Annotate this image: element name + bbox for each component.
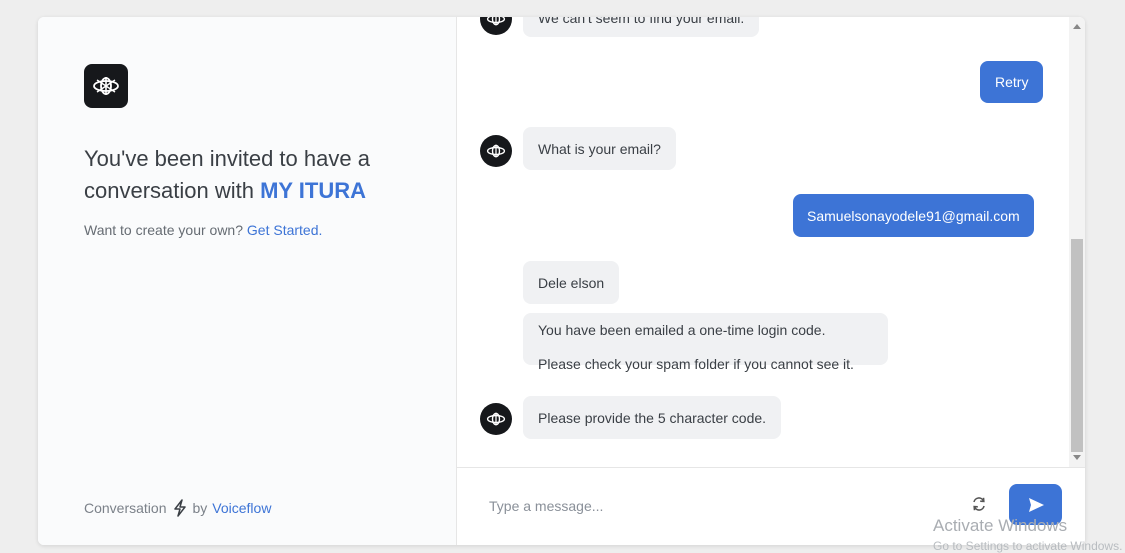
message-list[interactable]: We can't seem to find your email. Retry … [457, 17, 1069, 467]
bot-message: You have been emailed a one-time login c… [523, 313, 888, 372]
user-message-text: Samuelsonayodele91@gmail.com [807, 207, 1020, 224]
bot-message-text: We can't seem to find your email. [538, 17, 745, 26]
refresh-icon [973, 497, 985, 511]
bot-avatar-icon [486, 17, 506, 26]
lightning-bolt-icon [173, 499, 186, 517]
activate-windows-watermark: Activate Windows [933, 516, 1068, 535]
retry-button[interactable]: Retry [980, 61, 1044, 103]
bot-avatar [480, 403, 512, 435]
bot-avatar [480, 135, 512, 167]
bot-message: Please provide the 5 character code. [523, 396, 782, 439]
bot-message: We can't seem to find your email. [523, 17, 760, 37]
invite-panel: You've been invited to have a conversati… [38, 17, 457, 545]
footer-prefix: Conversation [84, 500, 167, 516]
bot-message-text: What is your email? [538, 140, 661, 157]
get-started-link[interactable]: Get Started. [247, 222, 322, 238]
chat-panel: We can't seem to find your email. Retry … [457, 17, 1085, 545]
invite-line2: conversation with [84, 178, 261, 203]
bot-avatar-icon [486, 412, 506, 426]
scroll-up-arrow-icon[interactable] [1073, 24, 1081, 29]
scroll-thumb[interactable] [1071, 239, 1083, 452]
powered-by-footer: Conversation by Voiceflow [84, 499, 271, 517]
bot-message-line2: Please check your spam folder if you can… [538, 356, 854, 372]
send-icon [1028, 497, 1044, 512]
bot-message-line1: You have been emailed a one-time login c… [538, 322, 826, 338]
bot-avatar-icon [486, 144, 506, 158]
chat-widget-card: You've been invited to have a conversati… [38, 17, 1085, 545]
logo-icon [93, 77, 119, 95]
bot-message-text: Dele elson [538, 274, 605, 291]
chat-scrollbar[interactable] [1069, 17, 1085, 467]
retry-label: Retry [995, 74, 1029, 90]
assistant-logo [84, 64, 128, 108]
message-input[interactable] [487, 494, 931, 518]
create-own-prompt: Want to create your own? Get Started. [84, 222, 322, 238]
bot-avatar [480, 17, 512, 35]
footer-by: by [192, 500, 208, 516]
create-own-text: Want to create your own? [84, 222, 247, 238]
bot-message: Dele elson [523, 261, 620, 304]
invite-heading: You've been invited to have a conversati… [84, 143, 424, 207]
bot-message: What is your email? [523, 127, 676, 170]
invite-line1: You've been invited to have a [84, 146, 370, 171]
brand-name: MY ITURA [260, 178, 367, 203]
voiceflow-link[interactable]: Voiceflow [212, 500, 271, 516]
bot-message-text: Please provide the 5 character code. [538, 409, 767, 426]
user-message: Samuelsonayodele91@gmail.com [793, 194, 1034, 237]
scroll-down-arrow-icon[interactable] [1073, 455, 1081, 460]
refresh-button[interactable] [970, 495, 988, 513]
